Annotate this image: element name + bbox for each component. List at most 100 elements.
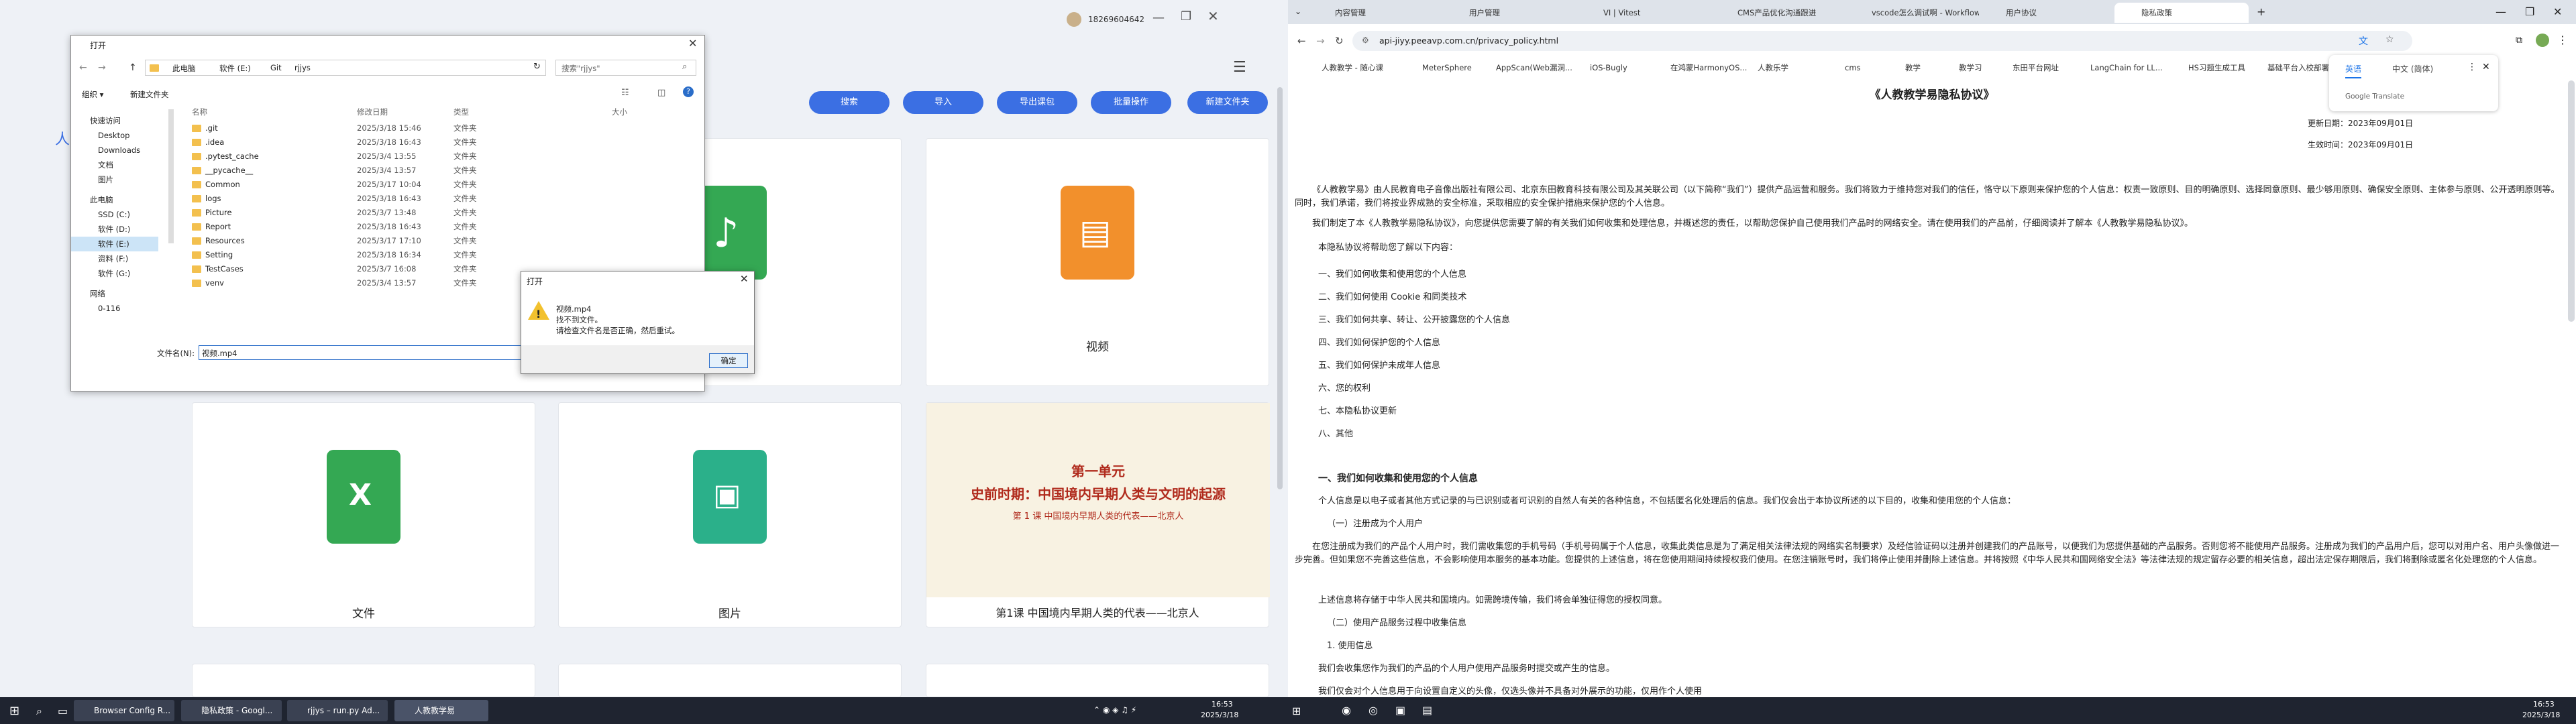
ok-button[interactable]: 确定 — [709, 353, 748, 368]
avatar[interactable] — [1067, 12, 1081, 27]
preview-pane-icon[interactable]: ◫ — [657, 88, 665, 98]
bookmark-item[interactable]: MeterSphere — [1422, 62, 1472, 74]
bookmark-item[interactable]: 人教教学 - 随心课 — [1322, 62, 1383, 74]
crumb-git[interactable]: Git — [270, 63, 282, 72]
col-size[interactable]: 大小 — [612, 105, 627, 119]
chrome-icon[interactable]: ◉ — [1342, 704, 1351, 717]
translate-source-lang[interactable]: 英语 — [2345, 63, 2362, 78]
file-row[interactable]: .git 2025/3/18 15:46 文件夹 — [185, 121, 702, 135]
card-partial-2[interactable] — [558, 664, 902, 697]
tray-icons[interactable]: ⌃ ◉ ◈ ♫ ⚡ — [1093, 705, 1136, 715]
forward-icon[interactable]: → — [98, 62, 106, 73]
file-row[interactable]: logs 2025/3/18 16:43 文件夹 — [185, 192, 702, 206]
new-tab-icon[interactable]: + — [2257, 5, 2265, 18]
file-row[interactable]: Setting 2025/3/18 16:34 文件夹 — [185, 248, 702, 262]
taskbar-search-icon[interactable]: ⌕ — [36, 705, 42, 718]
file-row[interactable]: Common 2025/3/17 10:04 文件夹 — [185, 178, 702, 192]
bookmark-item[interactable]: LangChain for LL... — [2090, 62, 2163, 74]
batch-operation-button[interactable]: 批量操作 — [1091, 91, 1171, 114]
tab-search-icon[interactable]: ⌄ — [1295, 7, 1301, 16]
translate-options-icon[interactable]: ⋮ — [2467, 62, 2477, 72]
toc-item[interactable]: 五、我们如何保护未成年人信息 — [1318, 359, 1440, 373]
bookmark-item[interactable]: 东田平台网址 — [2012, 62, 2059, 74]
toc-item[interactable]: 三、我们如何共享、转让、公开披露您的个人信息 — [1318, 314, 1510, 327]
nav-drive-f[interactable]: 资料 (F:) — [71, 251, 158, 266]
tab-vscode[interactable]: vscode怎么调试啊 - Workflow — [1845, 3, 1979, 23]
nav-drive-d[interactable]: 软件 (D:) — [71, 222, 158, 237]
organize-menu[interactable]: 组织 ▾ — [82, 89, 103, 100]
nav-documents[interactable]: 文档 — [71, 158, 158, 172]
new-folder-command[interactable]: 新建文件夹 — [130, 89, 169, 100]
nav-drive-g[interactable]: 软件 (G:) — [71, 266, 158, 281]
pycharm-icon[interactable]: ▣ — [1395, 704, 1405, 717]
browser-minimize-icon[interactable]: — — [2496, 5, 2506, 18]
nav-scrollbar[interactable] — [168, 109, 174, 243]
nav-drive-e[interactable]: 软件 (E:) — [71, 237, 158, 251]
translate-close-icon[interactable]: ✕ — [2482, 62, 2490, 72]
tab-user-agreement[interactable]: 用户协议 — [1979, 3, 2113, 23]
file-row[interactable]: Picture 2025/3/7 13:48 文件夹 — [185, 206, 702, 220]
card-partial-1[interactable] — [192, 664, 535, 697]
bookmark-item[interactable]: 人教乐学 — [1758, 62, 1788, 74]
clock-left[interactable]: 16:53 — [1212, 700, 1233, 709]
menu-icon[interactable]: ☰ — [1233, 59, 1246, 76]
restore-icon[interactable]: ❐ — [1181, 9, 1191, 23]
translate-target-lang[interactable]: 中文 (简体) — [2392, 63, 2433, 74]
back-icon[interactable]: ← — [79, 62, 87, 73]
browser-forward-icon[interactable]: → — [1316, 35, 1325, 47]
nav-pictures[interactable]: 图片 — [71, 172, 158, 187]
toc-item[interactable]: 八、其他 — [1318, 428, 1353, 441]
date-right[interactable]: 2025/3/18 — [2522, 711, 2560, 719]
address-bar[interactable]: 此电脑 软件 (E:) Git rjjys ↻ — [145, 60, 546, 76]
bookmark-star-icon[interactable]: ☆ — [2385, 34, 2394, 45]
toc-item[interactable]: 七、本隐私协议更新 — [1318, 405, 1397, 418]
search-input[interactable]: 搜索"rjjys" ⌕ — [555, 60, 696, 76]
chrome-alt-icon[interactable]: ◎ — [1368, 704, 1378, 717]
close-icon[interactable]: ✕ — [1208, 8, 1219, 24]
crumb-rjjys[interactable]: rjjys — [294, 63, 311, 72]
col-date[interactable]: 修改日期 — [357, 105, 388, 119]
start-icon[interactable]: ⊞ — [9, 704, 19, 718]
minimize-icon[interactable]: — — [1152, 11, 1165, 25]
lesson-card[interactable]: 第一单元 史前时期：中国境内早期人类与文明的起源 第 1 课 中国境内早期人类的… — [926, 402, 1270, 627]
search-button[interactable]: 搜索 — [809, 91, 890, 114]
extensions-icon[interactable]: ⧉ — [2516, 35, 2522, 46]
file-row[interactable]: Resources 2025/3/17 17:10 文件夹 — [185, 234, 702, 248]
bookmark-item[interactable]: 教学习 — [1959, 62, 1982, 74]
import-button[interactable]: 导入 — [903, 91, 983, 114]
browser-restore-icon[interactable]: ❐ — [2525, 5, 2534, 18]
scrollbar[interactable] — [1277, 87, 1283, 489]
file-row[interactable]: .idea 2025/3/18 16:43 文件夹 — [185, 135, 702, 149]
filename-input[interactable]: 视频.mp4 — [199, 345, 534, 360]
nav-downloads[interactable]: Downloads — [71, 143, 158, 158]
bookmark-item[interactable]: 基础平台入校部署... — [2267, 62, 2337, 74]
bookmark-item[interactable]: iOS-Bugly — [1590, 62, 1627, 74]
browser-back-icon[interactable]: ← — [1297, 35, 1306, 47]
help-icon[interactable]: ? — [683, 86, 694, 97]
refresh-icon[interactable]: ↻ — [533, 62, 541, 72]
bookmark-item[interactable]: cms — [1845, 62, 1861, 74]
dialog-close-icon[interactable]: ✕ — [688, 37, 697, 50]
task-view-icon[interactable]: ▭ — [58, 705, 68, 717]
view-options-icon[interactable]: ☷ — [621, 88, 629, 98]
up-icon[interactable]: ↑ — [129, 62, 137, 73]
task-browser-config[interactable]: Browser Config R... — [74, 700, 174, 721]
col-name[interactable]: 名称 — [192, 105, 207, 119]
task-pycharm[interactable]: rjjys – run.py Ad... — [287, 700, 388, 721]
start-icon-right[interactable]: ⊞ — [1292, 705, 1301, 717]
site-info-icon[interactable]: ⚙ — [1362, 36, 1369, 45]
tab-vitest[interactable]: VI | Vitest — [1576, 3, 1711, 23]
bookmark-item[interactable]: AppScan(Web漏洞... — [1496, 62, 1572, 74]
toc-item[interactable]: 四、我们如何保护您的个人信息 — [1318, 337, 1440, 350]
toc-item[interactable]: 二、我们如何使用 Cookie 和同类技术 — [1318, 291, 1466, 304]
nav-network-host[interactable]: 0-116 — [71, 301, 158, 316]
bookmark-item[interactable]: 在鸿蒙HarmonyOS... — [1670, 62, 1747, 74]
card-partial-3[interactable] — [926, 664, 1269, 697]
profile-avatar[interactable] — [2536, 34, 2549, 47]
video-card[interactable]: ▤ 视频 — [926, 138, 1269, 386]
clock-right[interactable]: 16:53 — [2533, 700, 2555, 709]
url-bar[interactable]: ⚙ api-jiyy.peeavp.com.cn/privacy_policy.… — [1352, 31, 2412, 51]
file-row[interactable]: .pytest_cache 2025/3/4 13:55 文件夹 — [185, 149, 702, 164]
tab-user-manage[interactable]: 用户管理 — [1442, 3, 1576, 23]
crumb-drive[interactable]: 软件 (E:) — [219, 63, 251, 74]
